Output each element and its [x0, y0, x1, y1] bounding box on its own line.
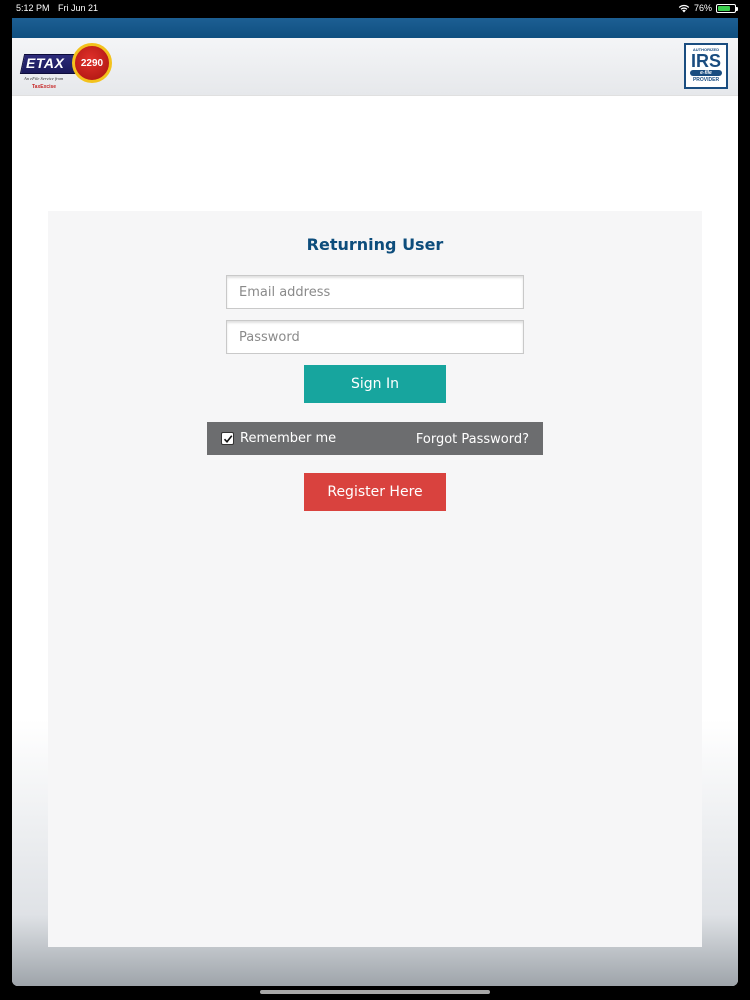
remember-bar: Remember me Forgot Password?: [207, 422, 543, 455]
logo-sub: TaxExcise: [32, 84, 57, 90]
home-indicator[interactable]: [260, 990, 490, 994]
remember-checkbox[interactable]: [221, 432, 234, 445]
battery-icon: [716, 3, 738, 13]
app-header: ETAX 2290 An eFile Service from TaxExcis…: [12, 38, 738, 96]
forgot-password-link[interactable]: Forgot Password?: [416, 432, 529, 447]
logo-circle: 2290: [72, 43, 112, 83]
logo-tagline: An eFile Service from: [24, 76, 64, 81]
email-field[interactable]: [226, 275, 524, 309]
main-content: Returning User Sign In Remember me Forgo…: [12, 96, 738, 986]
status-time: 5:12 PM: [16, 3, 50, 13]
app-screen: ETAX 2290 An eFile Service from TaxExcis…: [12, 18, 738, 986]
logo-brand: ETAX: [26, 55, 65, 71]
login-card: Returning User Sign In Remember me Forgo…: [48, 211, 702, 947]
status-indicators: 76%: [678, 3, 738, 13]
top-color-bar: [12, 18, 738, 38]
register-button[interactable]: Register Here: [304, 473, 446, 511]
login-title: Returning User: [306, 235, 444, 254]
irs-provider: PROVIDER: [692, 77, 720, 83]
irs-efile-badge: AUTHORIZED IRS e-file PROVIDER: [684, 43, 728, 89]
status-date: Fri Jun 21: [58, 3, 99, 13]
device-frame: 5:12 PM Fri Jun 21 76% ETAX 2290 An eFil…: [0, 0, 750, 1000]
checkmark-icon: [223, 435, 233, 444]
battery-percent: 76%: [693, 3, 712, 13]
battery-fill: [718, 5, 731, 11]
password-field[interactable]: [226, 320, 524, 354]
irs-text: IRS: [690, 51, 721, 71]
logo-number: 2290: [80, 57, 104, 69]
wifi-icon: [678, 4, 690, 12]
etax-2290-logo: ETAX 2290 An eFile Service from TaxExcis…: [19, 42, 114, 94]
remember-label[interactable]: Remember me: [240, 431, 336, 446]
sign-in-button[interactable]: Sign In: [304, 365, 446, 403]
status-bar: 5:12 PM Fri Jun 21 76%: [0, 0, 750, 18]
